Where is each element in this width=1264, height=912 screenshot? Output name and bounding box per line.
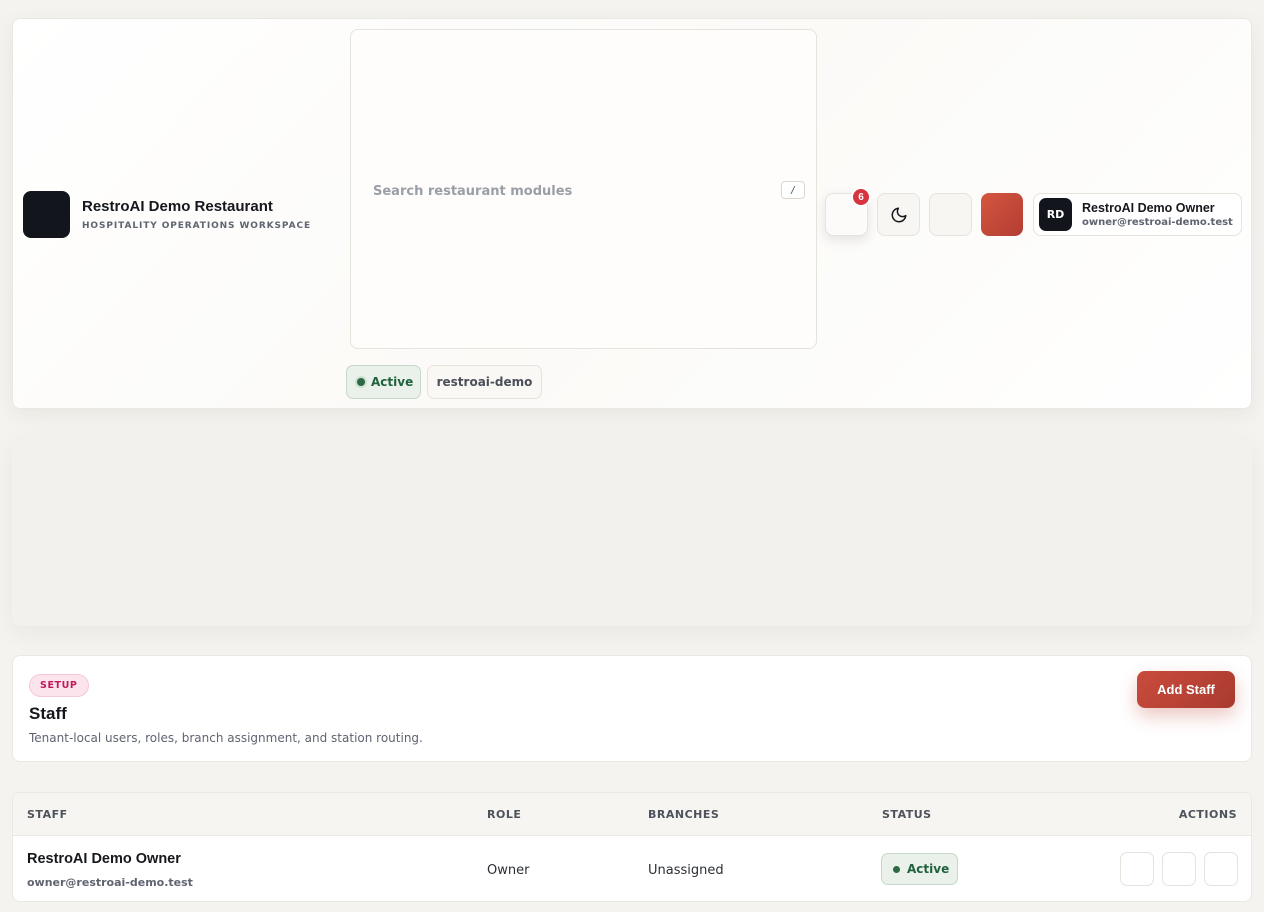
status-dot-icon [357,378,365,386]
page-description: Tenant-local users, roles, branch assign… [29,731,423,745]
status-dot-icon [893,865,900,873]
workspace-status-chip: Active [346,365,421,399]
moon-icon [891,207,906,222]
staff-name: RestroAI Demo Owner [27,851,181,867]
user-name: RestroAI Demo Owner [1082,201,1215,215]
brand-subtitle: HOSPITALITY OPERATIONS WORKSPACE [82,221,312,231]
status-label: Active [907,862,950,876]
table-header: STAFF ROLE BRANCHES STATUS ACTIONS [13,793,1251,836]
tenant-label: restroai-demo [436,375,533,389]
column-header-staff: STAFF [27,808,68,821]
staff-role: Owner [487,863,530,878]
theme-toggle-button[interactable] [877,193,920,236]
brand[interactable]: RestroAI Demo Restaurant HOSPITALITY OPE… [23,191,311,238]
user-profile-menu[interactable]: RD RestroAI Demo Owner owner@restroai-de… [1033,193,1242,236]
column-header-branches: BRANCHES [648,808,720,821]
app-header: RestroAI Demo Restaurant HOSPITALITY OPE… [12,18,1252,409]
edit-staff-button[interactable] [1162,852,1196,886]
brand-logo [23,191,70,238]
delete-staff-button[interactable] [1204,852,1238,886]
notification-count-badge: 6 [851,187,871,207]
user-email: owner@restroai-demo.test [1082,217,1233,228]
workspace-status-label: Active [371,375,414,389]
search-shortcut-key: / [781,181,805,199]
accent-color-button[interactable] [981,193,1023,236]
page-header-card: SETUP Staff Tenant-local users, roles, b… [12,655,1252,762]
staff-branches: Unassigned [648,863,724,878]
tenant-chip[interactable]: restroai-demo [427,365,542,399]
column-header-status: STATUS [882,808,932,821]
settings-button[interactable] [929,193,972,236]
notifications-button[interactable]: 6 [825,187,871,236]
loading-panel [12,436,1252,626]
staff-email: owner@restroai-demo.test [27,876,193,889]
staff-table: STAFF ROLE BRANCHES STATUS ACTIONS Restr… [12,792,1252,902]
table-row[interactable]: RestroAI Demo Owner owner@restroai-demo.… [13,836,1251,901]
column-header-actions: ACTIONS [1178,808,1237,821]
page-title: Staff [29,704,67,723]
column-header-role: ROLE [487,808,522,821]
add-staff-button[interactable]: Add Staff [1137,671,1235,708]
brand-name: RestroAI Demo Restaurant [82,198,273,215]
status-badge: Active [881,853,958,885]
avatar: RD [1039,198,1072,231]
search-box[interactable]: / [350,29,817,349]
section-tag: SETUP [29,674,89,697]
view-staff-button[interactable] [1120,852,1154,886]
search-input[interactable] [373,180,753,202]
